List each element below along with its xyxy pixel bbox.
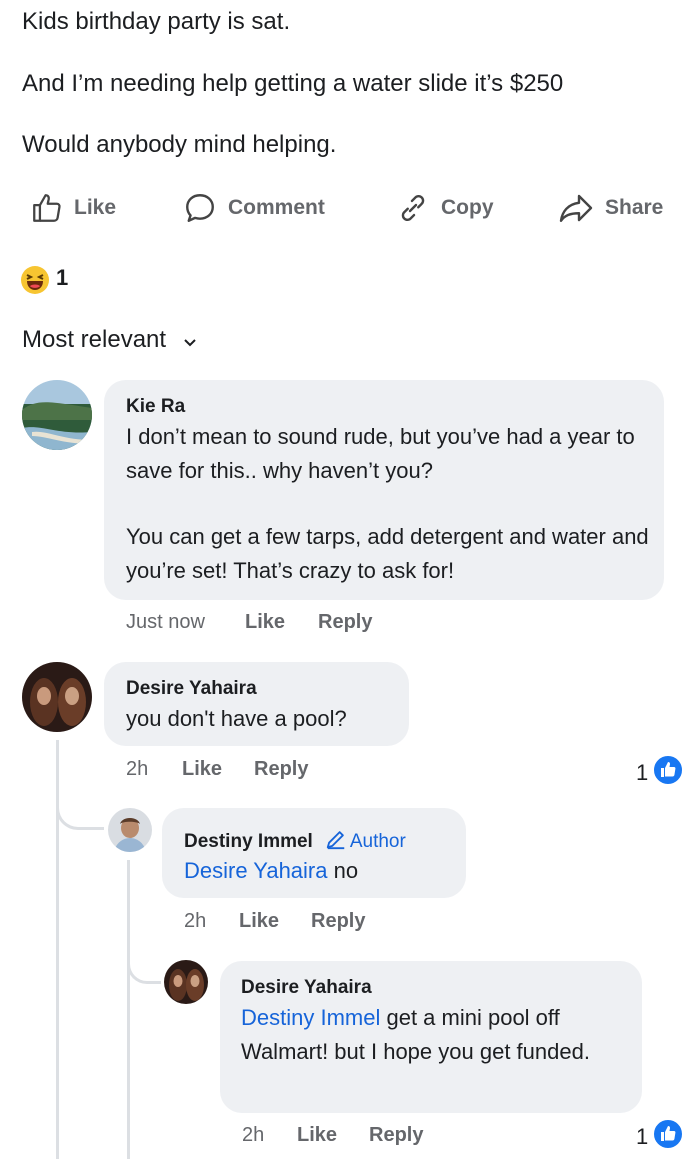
chevron-down-icon: [184, 326, 196, 354]
avatar[interactable]: [164, 960, 208, 1004]
like-count: 1: [636, 1123, 649, 1149]
comment-like-button[interactable]: Like: [245, 611, 285, 634]
comment-author[interactable]: Desire Yahaira: [126, 678, 257, 700]
haha-reaction-icon[interactable]: [20, 265, 50, 295]
mention-link[interactable]: Desire Yahaira: [184, 858, 327, 883]
comment-time: 2h: [184, 910, 207, 932]
comment-like-button[interactable]: Like: [297, 1124, 337, 1147]
comment-reply-button[interactable]: Reply: [318, 611, 372, 634]
like-badge-icon: [652, 754, 685, 791]
comment-text: You can get a few tarps, add detergent a…: [126, 524, 649, 583]
comment-button-label: Comment: [228, 196, 325, 219]
post-text-line-2: And I’m needing help getting a water sli…: [22, 70, 564, 97]
avatar[interactable]: [108, 808, 152, 852]
copy-button[interactable]: Copy: [395, 190, 494, 226]
avatar[interactable]: [22, 380, 92, 450]
comment-reply-button[interactable]: Reply: [254, 758, 308, 781]
comment-reply-button[interactable]: Reply: [369, 1124, 423, 1147]
comment-text: you don't have a pool?: [126, 706, 347, 731]
comment-bubble-icon: [182, 190, 218, 226]
comment-text: I don’t mean to sound rude, but you’ve h…: [126, 424, 635, 483]
mention-link[interactable]: Destiny Immel: [241, 1005, 380, 1030]
thumbs-up-icon: [30, 191, 64, 225]
post-text-line-1: Kids birthday party is sat.: [22, 8, 291, 35]
comment-bubble: Desire Yahaira Destiny Immel get a mini …: [220, 961, 642, 1113]
comment-time: Just now: [126, 611, 205, 633]
avatar[interactable]: [22, 662, 92, 732]
comment-time: 2h: [126, 758, 149, 780]
post-text-line-3: Would anybody mind helping.: [22, 131, 337, 158]
comment-bubble: Kie Ra I don’t mean to sound rude, but y…: [104, 380, 664, 600]
author-badge: Author: [325, 828, 406, 856]
comment-like-count[interactable]: 1: [636, 754, 685, 791]
comment-like-button[interactable]: Like: [182, 758, 222, 781]
pencil-icon: [325, 828, 347, 856]
comment-like-count[interactable]: 1: [636, 1118, 685, 1155]
share-button[interactable]: Share: [557, 190, 663, 226]
comment-like-button[interactable]: Like: [239, 910, 279, 933]
comment-bubble: Destiny Immel Author Desire Yahaira no: [162, 808, 466, 898]
comment-author[interactable]: Destiny Immel: [184, 831, 313, 853]
thread-connector-nested: [127, 948, 161, 984]
like-count: 1: [636, 759, 649, 785]
comment-time: 2h: [242, 1124, 265, 1146]
comment-text: Destiny Immel get a mini pool off Walmar…: [241, 1001, 633, 1069]
comment-text: Desire Yahaira no: [184, 854, 358, 888]
like-button[interactable]: Like: [30, 190, 116, 226]
link-icon: [395, 190, 431, 226]
author-badge-label: Author: [349, 831, 406, 852]
comment-header: Destiny Immel Author: [184, 828, 406, 856]
comment-body: no: [333, 858, 359, 883]
thread-line-nested: [127, 860, 130, 1159]
like-button-label: Like: [74, 196, 117, 219]
comment-button[interactable]: Comment: [182, 190, 325, 226]
thread-connector: [56, 790, 104, 830]
comment-bubble: Desire Yahaira you don't have a pool?: [104, 662, 409, 746]
comment-author[interactable]: Desire Yahaira: [241, 977, 372, 999]
like-badge-icon: [652, 1118, 685, 1155]
comment-author[interactable]: Kie Ra: [126, 396, 185, 418]
sort-dropdown[interactable]: Most relevant: [22, 326, 196, 354]
sort-label: Most relevant: [22, 326, 167, 353]
share-button-label: Share: [605, 196, 664, 219]
copy-button-label: Copy: [441, 196, 494, 219]
reaction-count[interactable]: 1: [56, 265, 68, 291]
share-arrow-icon: [557, 190, 595, 226]
comment-reply-button[interactable]: Reply: [311, 910, 365, 933]
